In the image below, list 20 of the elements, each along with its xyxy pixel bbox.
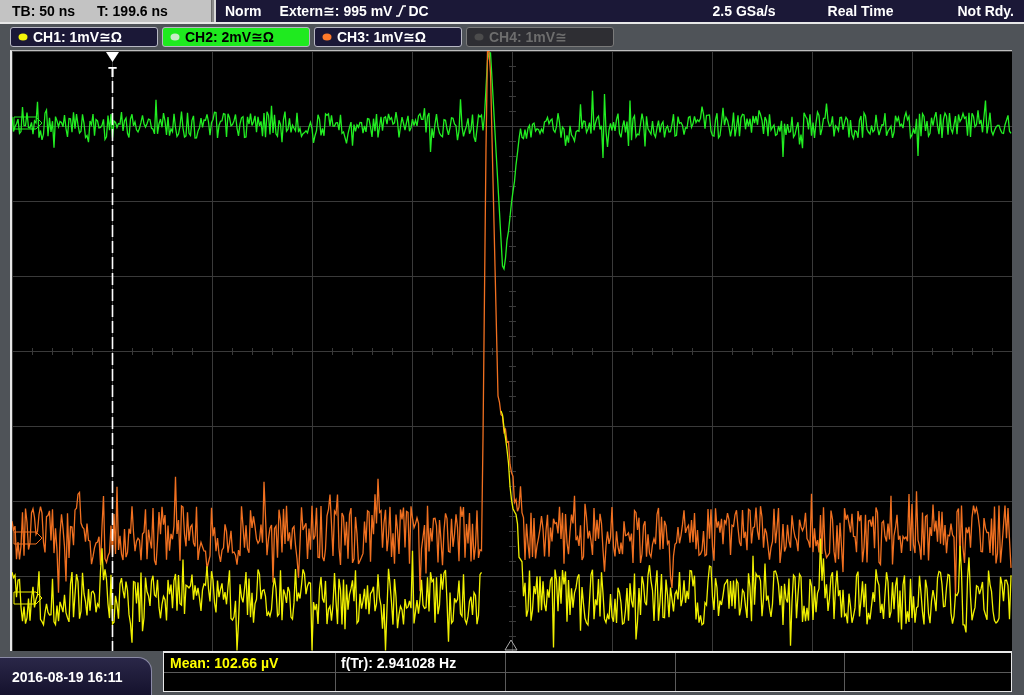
- reference-marker-icon: [504, 639, 518, 651]
- trigger-label: T: [108, 64, 117, 80]
- channel-button[interactable]: CH2: 2mV≅Ω: [162, 27, 310, 47]
- trigger-arrow-icon[interactable]: [106, 52, 119, 62]
- measurement-value: Mean: 102.66 µV: [169, 654, 279, 671]
- channel-button[interactable]: CH1: 1mV≅Ω: [10, 27, 158, 47]
- trigger-time-label: T: 199.6 ns: [97, 3, 168, 19]
- sample-rate-label: 2.5 GSa/s: [712, 3, 776, 19]
- trigger-mode-label: Norm: [225, 3, 262, 19]
- measurement-value: f(Tr): 2.941028 Hz: [340, 654, 457, 671]
- trigger-source-label: Extern≅: 995 mV: [279, 3, 393, 19]
- offset-marker-icon[interactable]: [13, 116, 43, 130]
- offset-marker-icon[interactable]: [13, 531, 43, 545]
- channel-button[interactable]: CH3: 1mV≅Ω: [314, 27, 462, 47]
- timestamp-label: 2016-08-19 16:11: [12, 668, 123, 685]
- rising-edge-icon: [396, 5, 407, 17]
- acquisition-mode-label: Real Time: [827, 3, 894, 19]
- status-label: Not Rdy.: [957, 3, 1014, 19]
- timebase-label: TB: 50 ns: [12, 3, 75, 19]
- coupling-label: DC: [408, 3, 429, 19]
